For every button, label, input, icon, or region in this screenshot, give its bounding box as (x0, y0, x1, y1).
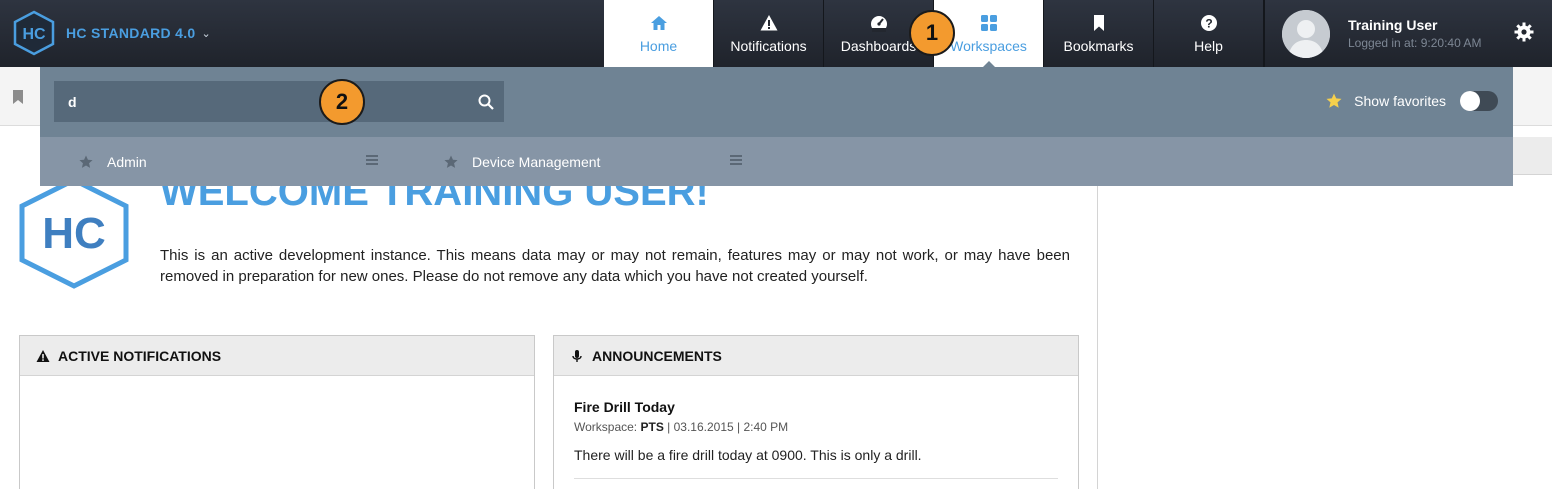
workspace-search-input[interactable] (54, 81, 478, 122)
brand-menu[interactable]: HC HC STANDARD 4.0 ⌄ (12, 9, 211, 57)
panel-header: ACTIVE NOTIFICATIONS (20, 336, 534, 376)
workspace-label: Admin (107, 153, 147, 170)
svg-text:?: ? (1205, 16, 1212, 30)
star-icon[interactable] (444, 154, 458, 169)
intro-text: This is an active development instance. … (160, 247, 1070, 285)
toggle-knob (1460, 91, 1480, 111)
user-name: Training User (1348, 17, 1438, 33)
hc-hero-logo: HC (19, 177, 129, 289)
announcement-datetime: | 03.16.2015 | 2:40 PM (667, 420, 789, 434)
svg-text:HC: HC (22, 26, 46, 43)
nav-bookmarks[interactable]: Bookmarks (1044, 0, 1154, 67)
callout-2: 2 (319, 79, 365, 125)
announcements-panel: ANNOUNCEMENTS Fire Drill Today Workspace… (553, 335, 1079, 489)
active-notifications-panel: ACTIVE NOTIFICATIONS (19, 335, 535, 489)
microphone-icon (572, 349, 582, 362)
workspace-name: PTS (640, 420, 664, 434)
bookmark-icon[interactable] (12, 90, 24, 104)
announcement-meta: Workspace: PTS | 03.16.2015 | 2:40 PM (574, 420, 788, 434)
star-icon[interactable] (79, 154, 93, 169)
nav-notifications-label: Notifications (730, 37, 807, 54)
nav-dashboards-label: Dashboards (840, 37, 917, 54)
workspace-dropdown: Show favorites Admin Device Management (40, 67, 1513, 186)
workspace-list: Admin Device Management (40, 137, 1513, 186)
hc-logo-icon: HC (13, 10, 55, 56)
top-bar: HC HC STANDARD 4.0 ⌄ Home Notifications … (0, 0, 1552, 68)
nav-help[interactable]: ? Help (1154, 0, 1264, 67)
show-favorites-toggle[interactable] (1460, 91, 1498, 111)
announcement-title[interactable]: Fire Drill Today (574, 399, 675, 415)
workspace-label: Workspace: (574, 420, 638, 434)
right-column (1097, 137, 1552, 489)
divider (574, 478, 1058, 479)
workspace-label: Device Management (472, 153, 601, 170)
search-icon[interactable] (478, 94, 494, 110)
panel-title: ANNOUNCEMENTS (592, 347, 722, 364)
nav-home[interactable]: Home (604, 0, 714, 67)
show-favorites-control: Show favorites (1326, 91, 1498, 111)
workspace-item-admin[interactable]: Admin (79, 137, 147, 186)
panel-header: ANNOUNCEMENTS (554, 336, 1078, 376)
dashboard-gauge-icon (870, 15, 887, 32)
panel-title: ACTIVE NOTIFICATIONS (58, 347, 222, 364)
gear-icon[interactable] (1514, 22, 1534, 42)
login-time: Logged in at: 9:20:40 AM (1348, 36, 1482, 50)
announcement-body: There will be a fire drill today at 0900… (574, 447, 922, 463)
show-favorites-label: Show favorites (1354, 93, 1446, 109)
star-icon (1326, 93, 1342, 108)
hamburger-menu-icon[interactable] (366, 154, 378, 166)
chevron-down-icon: ⌄ (201, 27, 211, 40)
bookmark-icon (1093, 14, 1104, 31)
warning-icon (760, 14, 777, 30)
callout-1: 1 (909, 10, 955, 56)
nav-notifications[interactable]: Notifications (714, 0, 824, 67)
workspace-search (54, 81, 504, 122)
avatar (1282, 9, 1330, 58)
nav-bookmarks-label: Bookmarks (1063, 37, 1134, 54)
nav-home-label: Home (639, 37, 678, 54)
warning-icon (36, 349, 50, 362)
user-menu[interactable]: Training User Logged in at: 9:20:40 AM (1264, 0, 1552, 67)
home-icon (650, 15, 667, 30)
help-icon: ? (1200, 14, 1217, 31)
grid-icon (980, 14, 997, 31)
nav-help-label: Help (1194, 37, 1223, 54)
svg-text:HC: HC (42, 209, 106, 258)
hamburger-menu-icon[interactable] (730, 154, 742, 166)
dropdown-header: Show favorites (40, 67, 1513, 137)
brand-name: HC STANDARD 4.0 (66, 25, 196, 41)
workspace-item-device-management[interactable]: Device Management (444, 137, 600, 186)
nav-workspaces-label: Workspaces (950, 37, 1027, 54)
